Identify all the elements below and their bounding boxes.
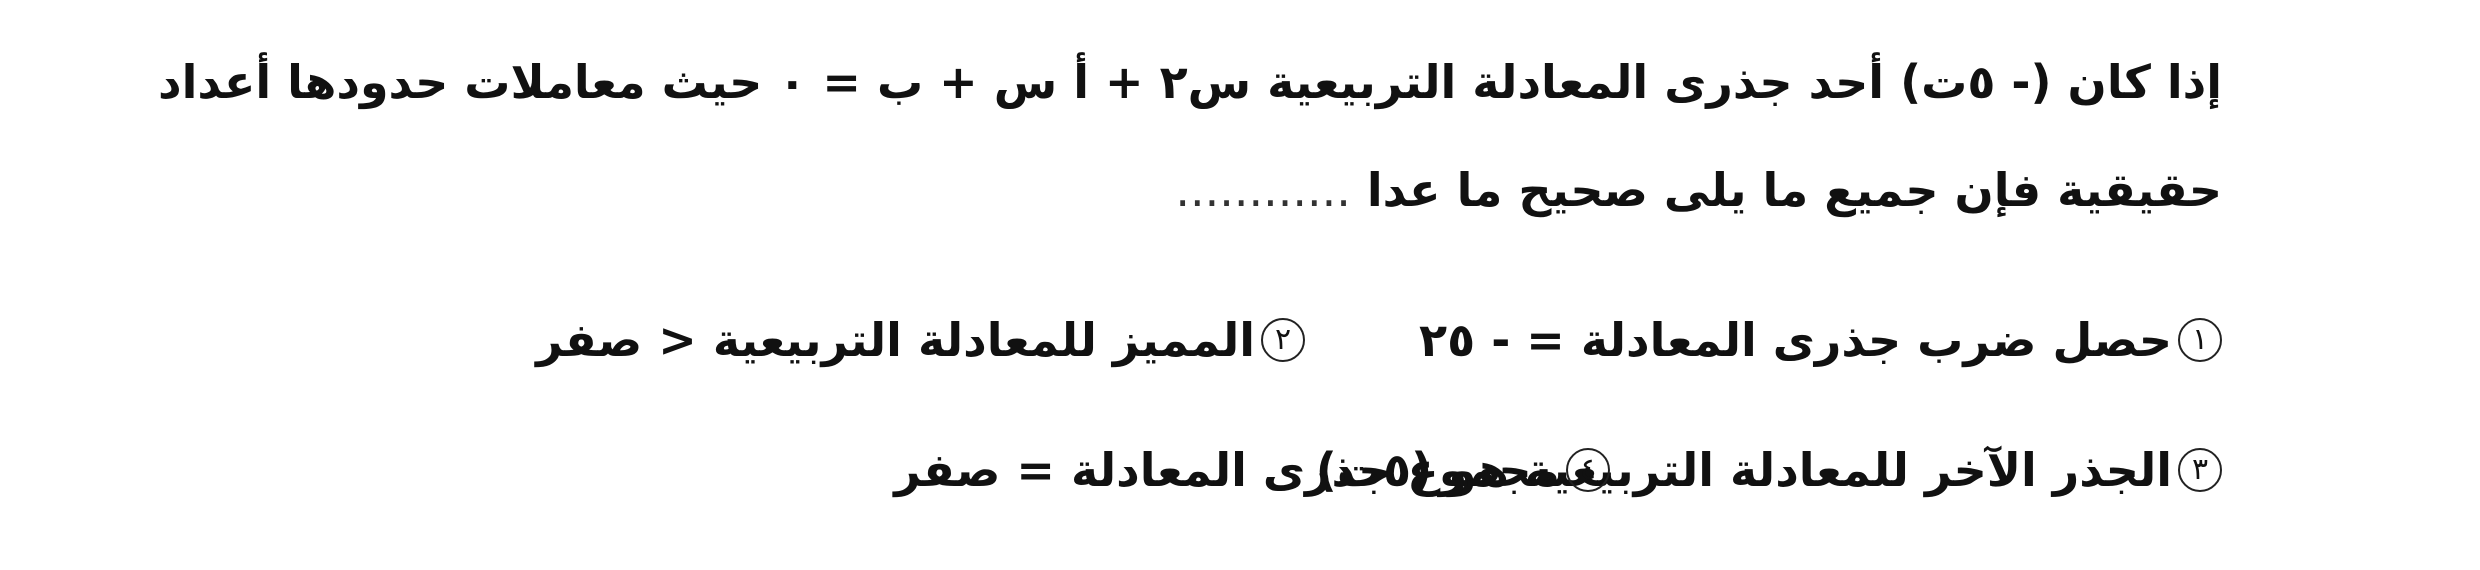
option-2-text: المميز للمعادلة التربيعية < صفر xyxy=(536,313,1255,367)
option-3-number: ٣ xyxy=(2178,448,2222,492)
option-4-number: ٤ xyxy=(1566,448,1610,492)
question-line-2: حقيقية فإن جميع ما يلى صحيح ما عدا .....… xyxy=(1175,160,2222,220)
blank-dots: ............ xyxy=(1175,163,1351,217)
question-document: إذا كان (- ٥ت) أحد جذرى المعادلة التربيع… xyxy=(0,0,2480,570)
option-1-number: ١ xyxy=(2178,318,2222,362)
option-1-text: حصل ضرب جذرى المعادلة = - ٢٥ xyxy=(1419,313,2172,367)
option-1[interactable]: ١ حصل ضرب جذرى المعادلة = - ٢٥ xyxy=(1419,310,2222,370)
option-4[interactable]: ٤ مجموع جذرى المعادلة = صفر xyxy=(894,440,1610,500)
question-line-1: إذا كان (- ٥ت) أحد جذرى المعادلة التربيع… xyxy=(158,55,2222,109)
option-2[interactable]: ٢ المميز للمعادلة التربيعية < صفر xyxy=(536,310,1305,370)
option-4-text: مجموع جذرى المعادلة = صفر xyxy=(894,443,1560,497)
question-line-2-text: حقيقية فإن جميع ما يلى صحيح ما عدا xyxy=(1366,163,2222,217)
option-2-number: ٢ xyxy=(1261,318,1305,362)
